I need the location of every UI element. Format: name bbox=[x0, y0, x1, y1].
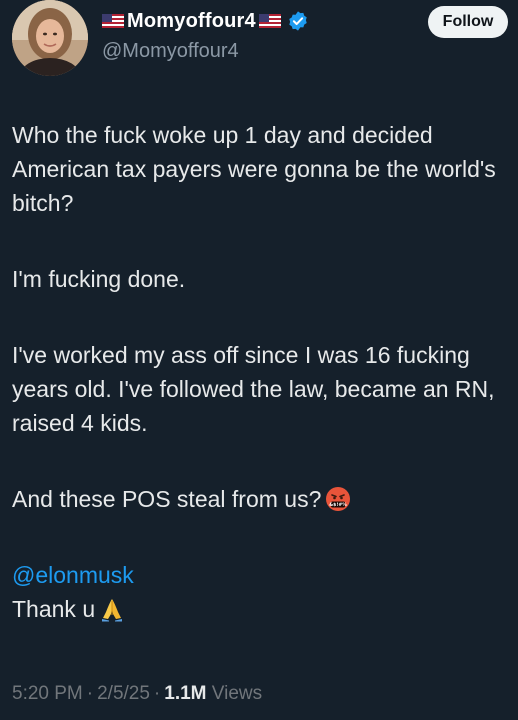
avatar-image bbox=[12, 0, 88, 76]
tweet-header: Momyoffour4 @Momyoffour4 Follow bbox=[10, 0, 508, 84]
tweet-date[interactable]: 2/5/25 bbox=[97, 683, 150, 704]
views-count[interactable]: 1.1M bbox=[164, 683, 206, 704]
avatar[interactable] bbox=[12, 0, 88, 76]
follow-button[interactable]: Follow bbox=[428, 6, 508, 38]
us-flag-icon bbox=[258, 14, 281, 28]
mention-link[interactable]: @elonmusk bbox=[12, 562, 134, 588]
mention-line: @elonmusk bbox=[12, 558, 512, 592]
tweet-paragraph-2: I'm fucking done. bbox=[12, 266, 186, 292]
views-label: Views bbox=[211, 683, 263, 704]
display-name: Momyoffour4 bbox=[127, 9, 256, 32]
meta-separator: · bbox=[153, 683, 161, 704]
display-name-row[interactable]: Momyoffour4 bbox=[102, 8, 309, 34]
tweet-paragraph-4-text: And these POS steal from us? bbox=[12, 486, 322, 512]
tweet-text: Who the fuck woke up 1 day and decided A… bbox=[12, 118, 512, 626]
tweet-card: Momyoffour4 @Momyoffour4 Follow Who the … bbox=[0, 0, 518, 720]
tweet-meta: 5:20 PM · 2/5/25 · 1.1M Views bbox=[12, 683, 262, 705]
tweet-paragraph-4: And these POS steal from us? &$!#% bbox=[12, 482, 512, 516]
meta-separator: · bbox=[86, 683, 94, 704]
tweet-paragraph-3: I've worked my ass off since I was 16 fu… bbox=[12, 342, 495, 436]
us-flag-icon bbox=[102, 14, 124, 28]
cursing-face-icon: &$!#% bbox=[325, 486, 351, 512]
closing-line: Thank u bbox=[12, 592, 512, 626]
author-names: Momyoffour4 @Momyoffour4 bbox=[102, 8, 309, 63]
tweet-time[interactable]: 5:20 PM bbox=[12, 683, 83, 704]
folded-hands-icon bbox=[99, 596, 125, 622]
verified-badge-icon bbox=[287, 10, 309, 32]
author-handle[interactable]: @Momyoffour4 bbox=[102, 40, 309, 63]
closing-text: Thank u bbox=[12, 596, 96, 622]
svg-text:&$!#%: &$!#% bbox=[330, 502, 348, 508]
tweet-paragraph-1: Who the fuck woke up 1 day and decided A… bbox=[12, 122, 496, 216]
